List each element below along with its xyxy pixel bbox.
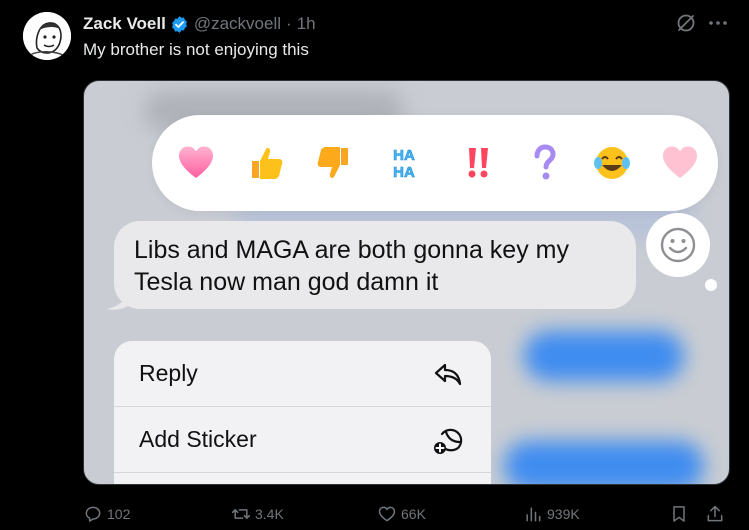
menu-item-add-sticker[interactable]: Add Sticker (114, 407, 491, 473)
crying-laughing-emoji-icon[interactable] (588, 139, 636, 187)
bookmark-button[interactable] (669, 500, 693, 528)
menu-item-partial[interactable] (114, 473, 491, 484)
menu-item-label: Add Sticker (139, 426, 257, 452)
tweet-action-bar: 102 3.4K 66K 939K (83, 500, 733, 528)
author-handle[interactable]: @zackvoell (194, 14, 281, 34)
thumbs-up-reaction-icon[interactable] (242, 139, 290, 187)
menu-item-label: Reply (139, 360, 198, 386)
thumbs-down-reaction-icon[interactable] (310, 139, 358, 187)
reaction-bubble-tail (705, 279, 717, 291)
share-icon (707, 505, 723, 522)
avatar[interactable] (23, 12, 71, 60)
heart-icon (378, 506, 396, 522)
message-bubble[interactable]: Libs and MAGA are both gonna key my Tesl… (114, 221, 636, 309)
tweet-media-image[interactable]: HA HA Libs and MAGA are both gonna key m… (83, 80, 730, 485)
separator-dot: · (286, 14, 292, 33)
heart-reaction-icon[interactable] (660, 139, 700, 187)
svg-text:HA: HA (393, 164, 415, 181)
add-reaction-button[interactable] (646, 213, 710, 277)
message-line: Libs and MAGA are both gonna key my (134, 236, 569, 264)
sticker-icon (432, 424, 464, 456)
repost-icon (231, 509, 251, 519)
tweet: Zack Voell @zackvoell · 1h My brother is… (0, 0, 749, 530)
repost-count: 3.4K (255, 506, 284, 522)
tweet-header: Zack Voell @zackvoell · 1h (83, 13, 316, 35)
haha-reaction-icon[interactable]: HA HA (380, 139, 428, 187)
verified-badge-icon (170, 15, 189, 34)
bookmark-icon (673, 506, 685, 522)
reply-count: 102 (107, 506, 131, 522)
double-exclamation-reaction-icon[interactable] (454, 139, 502, 187)
reply-icon (432, 358, 464, 390)
share-button[interactable] (705, 500, 729, 528)
svg-text:HA: HA (393, 147, 415, 164)
blurred-blue-bubble (504, 441, 704, 484)
grok-icon[interactable] (675, 12, 697, 34)
blurred-blue-bubble (524, 331, 684, 381)
views-chart-icon (526, 507, 541, 522)
menu-item-reply[interactable]: Reply (114, 341, 491, 407)
tweet-time[interactable]: 1h (297, 14, 316, 34)
views-action-button[interactable]: 939K (523, 500, 580, 528)
author-name[interactable]: Zack Voell (83, 14, 166, 34)
tweet-text: My brother is not enjoying this (83, 40, 309, 59)
reply-action-button[interactable]: 102 (83, 500, 130, 528)
message-line: Tesla now man god damn it (134, 268, 439, 296)
heart-reaction-icon[interactable] (172, 139, 220, 187)
tapback-reaction-bar: HA HA (152, 115, 718, 211)
like-action-button[interactable]: 66K (377, 500, 426, 528)
like-count: 66K (401, 506, 426, 522)
question-mark-reaction-icon[interactable] (520, 139, 568, 187)
repost-action-button[interactable]: 3.4K (231, 500, 284, 528)
reply-bubble-icon (85, 506, 101, 522)
more-options-icon[interactable] (706, 12, 730, 34)
context-menu: Reply Add Sticker (114, 341, 491, 484)
views-count: 939K (547, 506, 580, 522)
